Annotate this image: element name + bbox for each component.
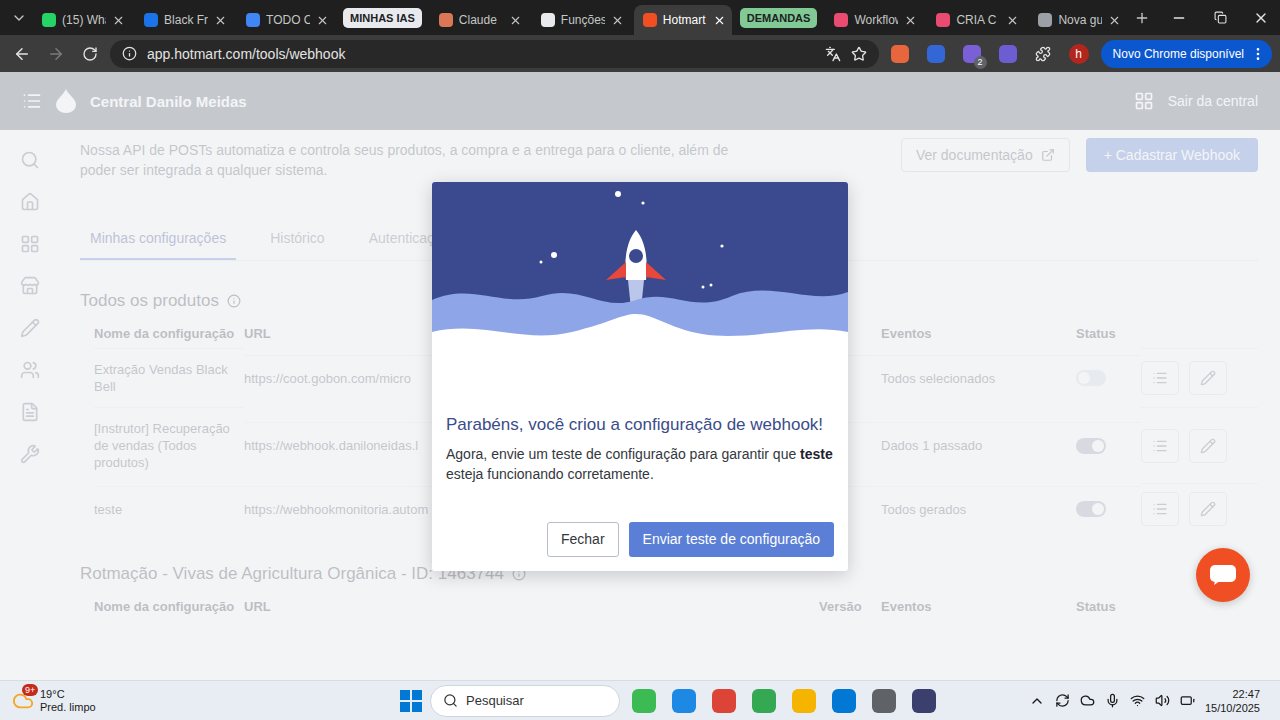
extension-icon[interactable]: 2 bbox=[963, 45, 981, 63]
close-icon[interactable] bbox=[214, 14, 227, 27]
sync-icon[interactable] bbox=[1055, 693, 1070, 708]
favicon-icon bbox=[834, 13, 848, 27]
browser-tab[interactable]: (15) What bbox=[33, 5, 131, 35]
folder-icon[interactable] bbox=[792, 689, 816, 713]
close-icon[interactable] bbox=[112, 14, 125, 27]
app-icon[interactable] bbox=[912, 689, 936, 713]
close-icon[interactable] bbox=[904, 14, 917, 27]
bookmark-icon[interactable] bbox=[851, 46, 867, 62]
close-button[interactable]: Fechar bbox=[547, 522, 619, 557]
favicon-icon bbox=[643, 13, 657, 27]
minimize-button[interactable] bbox=[1160, 0, 1197, 35]
screen: (15) WhatBlack FridTODO O MINHAS IAS Claud… bbox=[0, 0, 1280, 720]
onedrive-icon[interactable] bbox=[1080, 693, 1095, 708]
extension-icon[interactable] bbox=[891, 45, 909, 63]
close-icon[interactable] bbox=[509, 14, 522, 27]
reload-button[interactable] bbox=[76, 40, 104, 68]
weather-badge: 9+ bbox=[22, 684, 38, 696]
favicon-icon bbox=[144, 13, 158, 27]
app-icon[interactable] bbox=[872, 689, 896, 713]
webpage: Central Danilo MeidasSair da centralNoss… bbox=[0, 72, 1280, 680]
rocket-illustration bbox=[432, 182, 848, 357]
windows-icon[interactable] bbox=[400, 690, 422, 712]
browser-tab[interactable]: TODO O bbox=[237, 5, 335, 35]
close-icon[interactable] bbox=[316, 14, 329, 27]
extension-icon[interactable] bbox=[927, 45, 945, 63]
tab-group[interactable]: MINHAS IAS bbox=[343, 8, 422, 28]
browser-tab[interactable]: Black Frid bbox=[135, 5, 233, 35]
modal-title: Parabéns, você criou a configuração de w… bbox=[446, 414, 834, 436]
tab-group[interactable]: DEMANDAS bbox=[740, 8, 818, 28]
browser-tab[interactable]: Funções bbox=[532, 5, 630, 35]
taskbar: 9+19°CPred. limpo Pesquisar 22:4715/10/202… bbox=[0, 680, 1280, 720]
favicon-icon bbox=[246, 13, 260, 27]
edge-icon[interactable] bbox=[672, 689, 696, 713]
update-chrome-button[interactable]: Novo Chrome disponível bbox=[1101, 40, 1272, 68]
close-icon[interactable] bbox=[1108, 14, 1121, 27]
chat-button[interactable] bbox=[1196, 548, 1250, 602]
volume-icon[interactable] bbox=[1155, 693, 1170, 708]
menu-icon[interactable] bbox=[1250, 46, 1266, 62]
extension-icon[interactable] bbox=[999, 45, 1017, 63]
mic-icon[interactable] bbox=[1105, 693, 1120, 708]
favicon-icon bbox=[936, 13, 950, 27]
favicon-icon bbox=[439, 13, 453, 27]
close-window-button[interactable] bbox=[1243, 0, 1280, 35]
site-info-icon[interactable] bbox=[122, 46, 137, 61]
favicon-icon bbox=[541, 13, 555, 27]
tab-strip: (15) WhatBlack FridTODO O MINHAS IAS Claud… bbox=[0, 0, 1280, 35]
browser-tab[interactable]: Hotmart bbox=[634, 5, 732, 35]
extensions-button[interactable] bbox=[1029, 40, 1057, 68]
address-bar[interactable]: app.hotmart.com/tools/webhook bbox=[110, 40, 879, 68]
browser-tab[interactable]: Nova gu bbox=[1029, 5, 1127, 35]
back-button[interactable] bbox=[8, 40, 36, 68]
chrome-profile-icon[interactable] bbox=[752, 689, 776, 713]
battery-icon[interactable] bbox=[1180, 693, 1195, 708]
taskbar-search[interactable]: Pesquisar bbox=[430, 685, 620, 717]
close-icon[interactable] bbox=[713, 14, 726, 27]
send-test-button[interactable]: Enviar teste de configuração bbox=[629, 522, 834, 557]
modal-overlay[interactable]: Parabéns, você criou a configuração de w… bbox=[0, 72, 1280, 680]
modal-text: Agora, envie um teste de configuração pa… bbox=[446, 444, 834, 484]
app-icon[interactable] bbox=[632, 689, 656, 713]
translate-icon[interactable] bbox=[825, 46, 841, 62]
forward-button[interactable] bbox=[42, 40, 70, 68]
tray-expand-icon[interactable] bbox=[1029, 693, 1045, 709]
profile-avatar[interactable]: h bbox=[1069, 44, 1089, 64]
close-icon[interactable] bbox=[611, 14, 624, 27]
browser-tab[interactable]: Workflow bbox=[825, 5, 923, 35]
new-tab-button[interactable] bbox=[1131, 5, 1152, 31]
maximize-button[interactable] bbox=[1202, 0, 1239, 35]
chat-icon bbox=[1210, 565, 1236, 585]
system-tray: 22:4715/10/2025 bbox=[1029, 687, 1270, 715]
webhook-created-modal: Parabéns, você criou a configuração de w… bbox=[432, 182, 848, 571]
browser-tab[interactable]: CRIA C bbox=[927, 5, 1025, 35]
wifi-icon[interactable] bbox=[1130, 693, 1145, 708]
browser-toolbar: app.hotmart.com/tools/webhook 2 h Novo Chro… bbox=[0, 35, 1280, 72]
close-icon[interactable] bbox=[1006, 14, 1019, 27]
extension-badge: 2 bbox=[974, 56, 987, 69]
tab-search-button[interactable] bbox=[8, 5, 29, 31]
favicon-icon bbox=[42, 13, 56, 27]
search-icon bbox=[443, 693, 458, 708]
vscode-icon[interactable] bbox=[832, 689, 856, 713]
weather-widget[interactable]: 9+19°CPred. limpo bbox=[12, 688, 392, 714]
browser-tab[interactable]: Claude bbox=[430, 5, 528, 35]
chrome-icon[interactable] bbox=[712, 689, 736, 713]
favicon-icon bbox=[1038, 13, 1052, 27]
clock[interactable]: 22:4715/10/2025 bbox=[1205, 687, 1260, 715]
